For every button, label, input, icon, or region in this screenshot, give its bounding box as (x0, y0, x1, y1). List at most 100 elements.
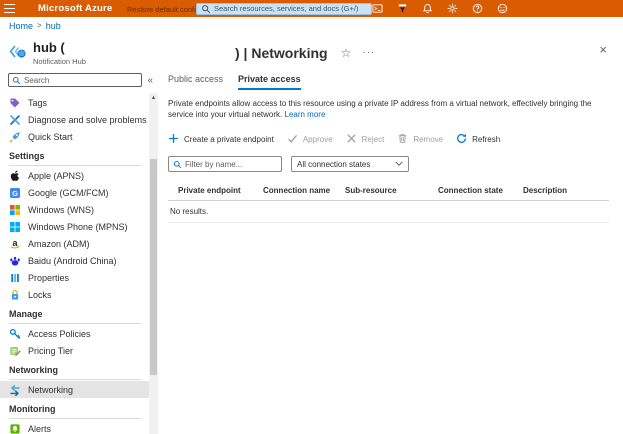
sidebar-item-access-policies[interactable]: Access Policies (0, 325, 149, 342)
filter-by-name-input[interactable] (185, 160, 277, 169)
sidebar-item-networking[interactable]: Networking (0, 381, 149, 398)
refresh-icon (456, 133, 468, 145)
filter-row: All connection states (168, 156, 609, 172)
sidebar-item-tags[interactable]: Tags (0, 94, 149, 111)
favorite-star-icon[interactable]: ☆ (341, 46, 352, 60)
global-search-input[interactable] (214, 4, 367, 13)
connection-states-select[interactable]: All connection states (291, 156, 409, 172)
sidebar-item-label: Access Policies (28, 329, 91, 339)
private-endpoints-table: Private endpointConnection nameSub-resou… (168, 179, 609, 223)
breadcrumb-separator: > (37, 21, 42, 30)
sidebar-nav: Tags Diagnose and solve problems Quick Sta… (0, 93, 149, 434)
cloud-shell-icon[interactable] (371, 3, 383, 15)
plus-icon (168, 133, 180, 145)
close-blade-icon[interactable]: × (599, 43, 607, 56)
properties-icon (9, 272, 21, 284)
scrollbar-up-icon[interactable]: ▲ (149, 93, 158, 103)
sidebar-item-pricing-tier[interactable]: Pricing Tier (0, 342, 149, 359)
sidebar-item-label: Apple (APNS) (28, 171, 84, 181)
sidebar-item-properties[interactable]: Properties (0, 269, 149, 286)
sidebar-item-label: Networking (28, 385, 73, 395)
apple-icon (9, 170, 21, 182)
sidebar-search[interactable] (8, 73, 142, 87)
azure-portal: Microsoft Azure Restore default configur… (0, 0, 623, 434)
column-header-connection-state: Connection state (438, 186, 523, 195)
remove-button[interactable]: Remove (397, 133, 443, 145)
sidebar-search-input[interactable] (24, 76, 138, 85)
sidebar-scrollbar[interactable]: ▲ (149, 93, 158, 434)
filter-by-name-box[interactable] (168, 156, 282, 172)
sidebar-item-label: Diagnose and solve problems (28, 115, 147, 125)
settings-icon[interactable] (446, 3, 458, 15)
tag-icon (9, 97, 21, 109)
search-icon (201, 4, 211, 14)
feedback-icon[interactable] (496, 3, 508, 15)
reject-button[interactable]: Reject (346, 133, 385, 145)
sidebar-item-alerts[interactable]: Alerts (0, 420, 149, 434)
tab-private-access[interactable]: Private access (238, 74, 301, 90)
hub-subtitle: Notification Hub (33, 57, 86, 66)
scrollbar-thumb[interactable] (150, 159, 157, 375)
quickstart-icon (9, 131, 21, 143)
networking-icon (9, 384, 21, 396)
key-icon (9, 328, 21, 340)
more-options-icon[interactable]: ··· (362, 47, 375, 58)
collapse-sidebar-icon[interactable]: « (147, 75, 155, 86)
sidebar-item-diagnose-and-solve-problems[interactable]: Diagnose and solve problems (0, 111, 149, 128)
refresh-button[interactable]: Refresh (456, 133, 500, 145)
breadcrumb-current[interactable]: hub (46, 21, 61, 31)
sidebar-item-quick-start[interactable]: Quick Start (0, 128, 149, 145)
sidebar-item-label: Tags (28, 98, 47, 108)
svg-text:a: a (12, 238, 18, 248)
sidebar-item-apple-apns[interactable]: Apple (APNS) (0, 167, 149, 184)
tab-public-access[interactable]: Public access (168, 74, 223, 90)
sidebar-item-locks[interactable]: Locks (0, 286, 149, 303)
description-text: Private endpoints allow access to this r… (168, 98, 609, 120)
sidebar-item-label: Amazon (ADM) (28, 239, 90, 249)
approve-button[interactable]: Approve (287, 133, 333, 145)
hub-title: hub ( (33, 41, 86, 55)
sidebar-search-row: « (0, 69, 158, 93)
hub-header: hub ( Notification Hub (0, 34, 158, 69)
sidebar-item-amazon-adm[interactable]: a Amazon (ADM) (0, 235, 149, 252)
locks-icon (9, 289, 21, 301)
sidebar-item-label: Windows Phone (MPNS) (28, 222, 128, 232)
notification-hub-icon (8, 42, 27, 61)
column-header-sub-resource: Sub-resource (345, 186, 438, 195)
breadcrumb: Home > hub (0, 17, 623, 34)
sidebar-item-windows-wns[interactable]: Windows (WNS) (0, 201, 149, 218)
alerts-icon (9, 423, 21, 434)
sidebar-section-settings: Settings (0, 145, 149, 166)
windows-icon (9, 204, 21, 216)
sidebar-item-label: Baidu (Android China) (28, 256, 117, 266)
sidebar-item-label: Quick Start (28, 132, 73, 142)
notifications-icon[interactable] (421, 3, 433, 15)
svg-text:G: G (12, 189, 18, 198)
brand-title[interactable]: Microsoft Azure (38, 3, 112, 14)
global-search[interactable] (196, 3, 372, 15)
chevron-down-icon (395, 161, 403, 167)
pricing-icon (9, 345, 21, 357)
help-icon[interactable] (471, 3, 483, 15)
button-label: Refresh (472, 135, 500, 144)
sidebar-item-windows-phone-mpns[interactable]: Windows Phone (MPNS) (0, 218, 149, 235)
resource-sidebar: hub ( Notification Hub « Tags Diagnose an… (0, 34, 158, 434)
sidebar-item-label: Pricing Tier (28, 346, 73, 356)
directory-filter-icon[interactable] (396, 3, 408, 15)
empty-results-text: No results. (168, 201, 609, 223)
button-label: Create a private endpoint (184, 135, 274, 144)
column-header-description: Description (523, 186, 609, 195)
learn-more-link[interactable]: Learn more (285, 110, 326, 119)
breadcrumb-home[interactable]: Home (9, 21, 33, 31)
sidebar-item-baidu-android-china[interactable]: Baidu (Android China) (0, 252, 149, 269)
description-body: Private endpoints allow access to this r… (168, 99, 591, 119)
create-a-private-endpoint-button[interactable]: Create a private endpoint (168, 133, 274, 145)
sidebar-item-label: Alerts (28, 424, 51, 434)
connection-states-value: All connection states (297, 160, 370, 169)
windows-phone-icon (9, 221, 21, 233)
hamburger-menu-icon[interactable] (4, 4, 15, 13)
access-tabs: Public access Private access (168, 74, 609, 90)
networking-blade: ) | Networking ☆ ··· × Public accessPriv… (158, 34, 623, 434)
search-icon (173, 160, 182, 169)
sidebar-item-google-gcm-fcm[interactable]: GGoogle (GCM/FCM) (0, 184, 149, 201)
